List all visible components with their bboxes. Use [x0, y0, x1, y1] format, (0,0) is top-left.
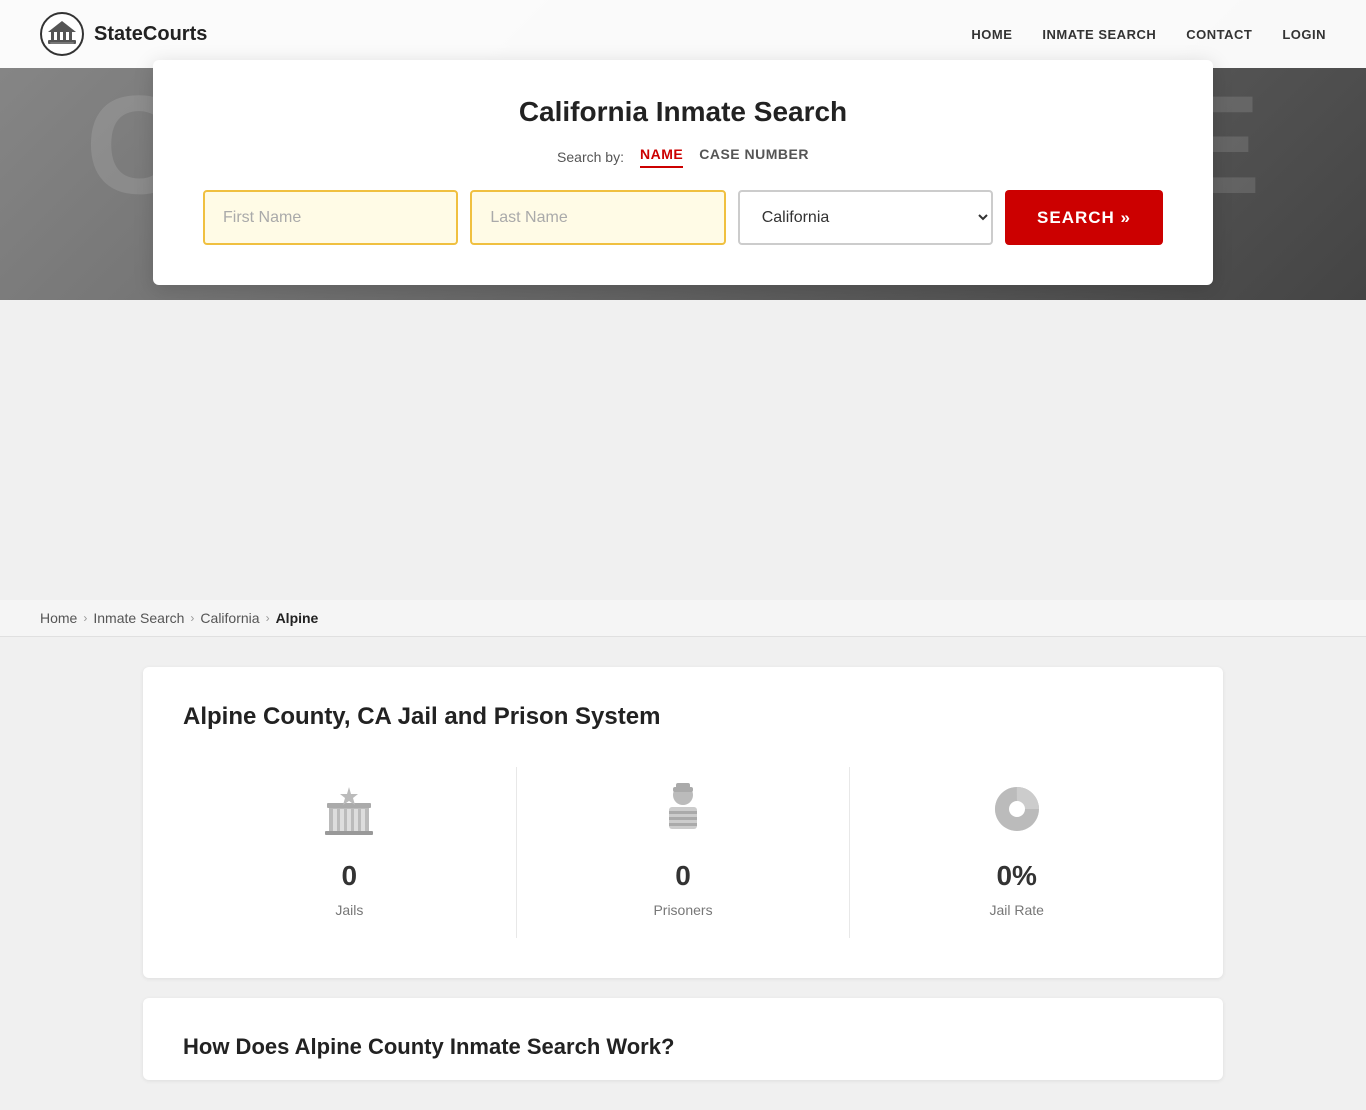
state-select[interactable]: AlabamaAlaskaArizonaArkansasCaliforniaCo…: [738, 190, 993, 245]
logo-area[interactable]: StateCourts: [40, 12, 207, 56]
breadcrumb-california[interactable]: California: [200, 610, 259, 626]
header: COURTHOUSE StateCourts HOME INMATE SEARC…: [0, 0, 1366, 300]
nav-contact[interactable]: CONTACT: [1186, 27, 1252, 42]
last-name-input[interactable]: [470, 190, 725, 245]
stat-prisoners: 0 Prisoners: [517, 767, 851, 938]
jail-rate-label: Jail Rate: [989, 902, 1043, 918]
breadcrumb-home[interactable]: Home: [40, 610, 77, 626]
prisoner-icon: [653, 777, 713, 846]
breadcrumb-alpine: Alpine: [276, 610, 319, 626]
tab-case-number[interactable]: CASE NUMBER: [699, 146, 809, 168]
breadcrumb: Home › Inmate Search › California › Alpi…: [40, 610, 1326, 626]
stats-row: 0 Jails: [183, 767, 1183, 938]
main-content: Alpine County, CA Jail and Prison System: [103, 637, 1263, 1110]
jail-icon: [319, 777, 379, 846]
search-card-title: California Inmate Search: [203, 96, 1163, 128]
prisoners-label: Prisoners: [653, 902, 712, 918]
search-by-row: Search by: NAME CASE NUMBER: [203, 146, 1163, 168]
logo-icon: [40, 12, 84, 56]
breadcrumb-sep-3: ›: [266, 611, 270, 625]
jails-label: Jails: [335, 902, 363, 918]
nav-links: HOME INMATE SEARCH CONTACT LOGIN: [971, 27, 1326, 42]
search-card: California Inmate Search Search by: NAME…: [153, 60, 1213, 285]
search-by-label: Search by:: [557, 149, 624, 165]
search-button[interactable]: SEARCH »: [1005, 190, 1163, 245]
nav-login[interactable]: LOGIN: [1282, 27, 1326, 42]
navbar: StateCourts HOME INMATE SEARCH CONTACT L…: [0, 0, 1366, 68]
next-section-card: How Does Alpine County Inmate Search Wor…: [143, 998, 1223, 1080]
nav-home[interactable]: HOME: [971, 27, 1012, 42]
stat-jails: 0 Jails: [183, 767, 517, 938]
tab-name[interactable]: NAME: [640, 146, 683, 168]
breadcrumb-bar: Home › Inmate Search › California › Alpi…: [0, 600, 1366, 637]
first-name-input[interactable]: [203, 190, 458, 245]
jail-rate-icon: [987, 777, 1047, 846]
stat-jail-rate: 0% Jail Rate: [850, 767, 1183, 938]
stats-card-title: Alpine County, CA Jail and Prison System: [183, 703, 1183, 731]
jails-value: 0: [342, 860, 358, 892]
jail-rate-value: 0%: [996, 860, 1036, 892]
logo-text: StateCourts: [94, 23, 207, 46]
breadcrumb-sep-1: ›: [83, 611, 87, 625]
search-inputs-row: AlabamaAlaskaArizonaArkansasCaliforniaCo…: [203, 190, 1163, 245]
nav-inmate-search[interactable]: INMATE SEARCH: [1042, 27, 1156, 42]
next-section-title: How Does Alpine County Inmate Search Wor…: [183, 1034, 1183, 1060]
prisoners-value: 0: [675, 860, 691, 892]
stats-card: Alpine County, CA Jail and Prison System: [143, 667, 1223, 978]
breadcrumb-inmate-search[interactable]: Inmate Search: [93, 610, 184, 626]
breadcrumb-sep-2: ›: [190, 611, 194, 625]
